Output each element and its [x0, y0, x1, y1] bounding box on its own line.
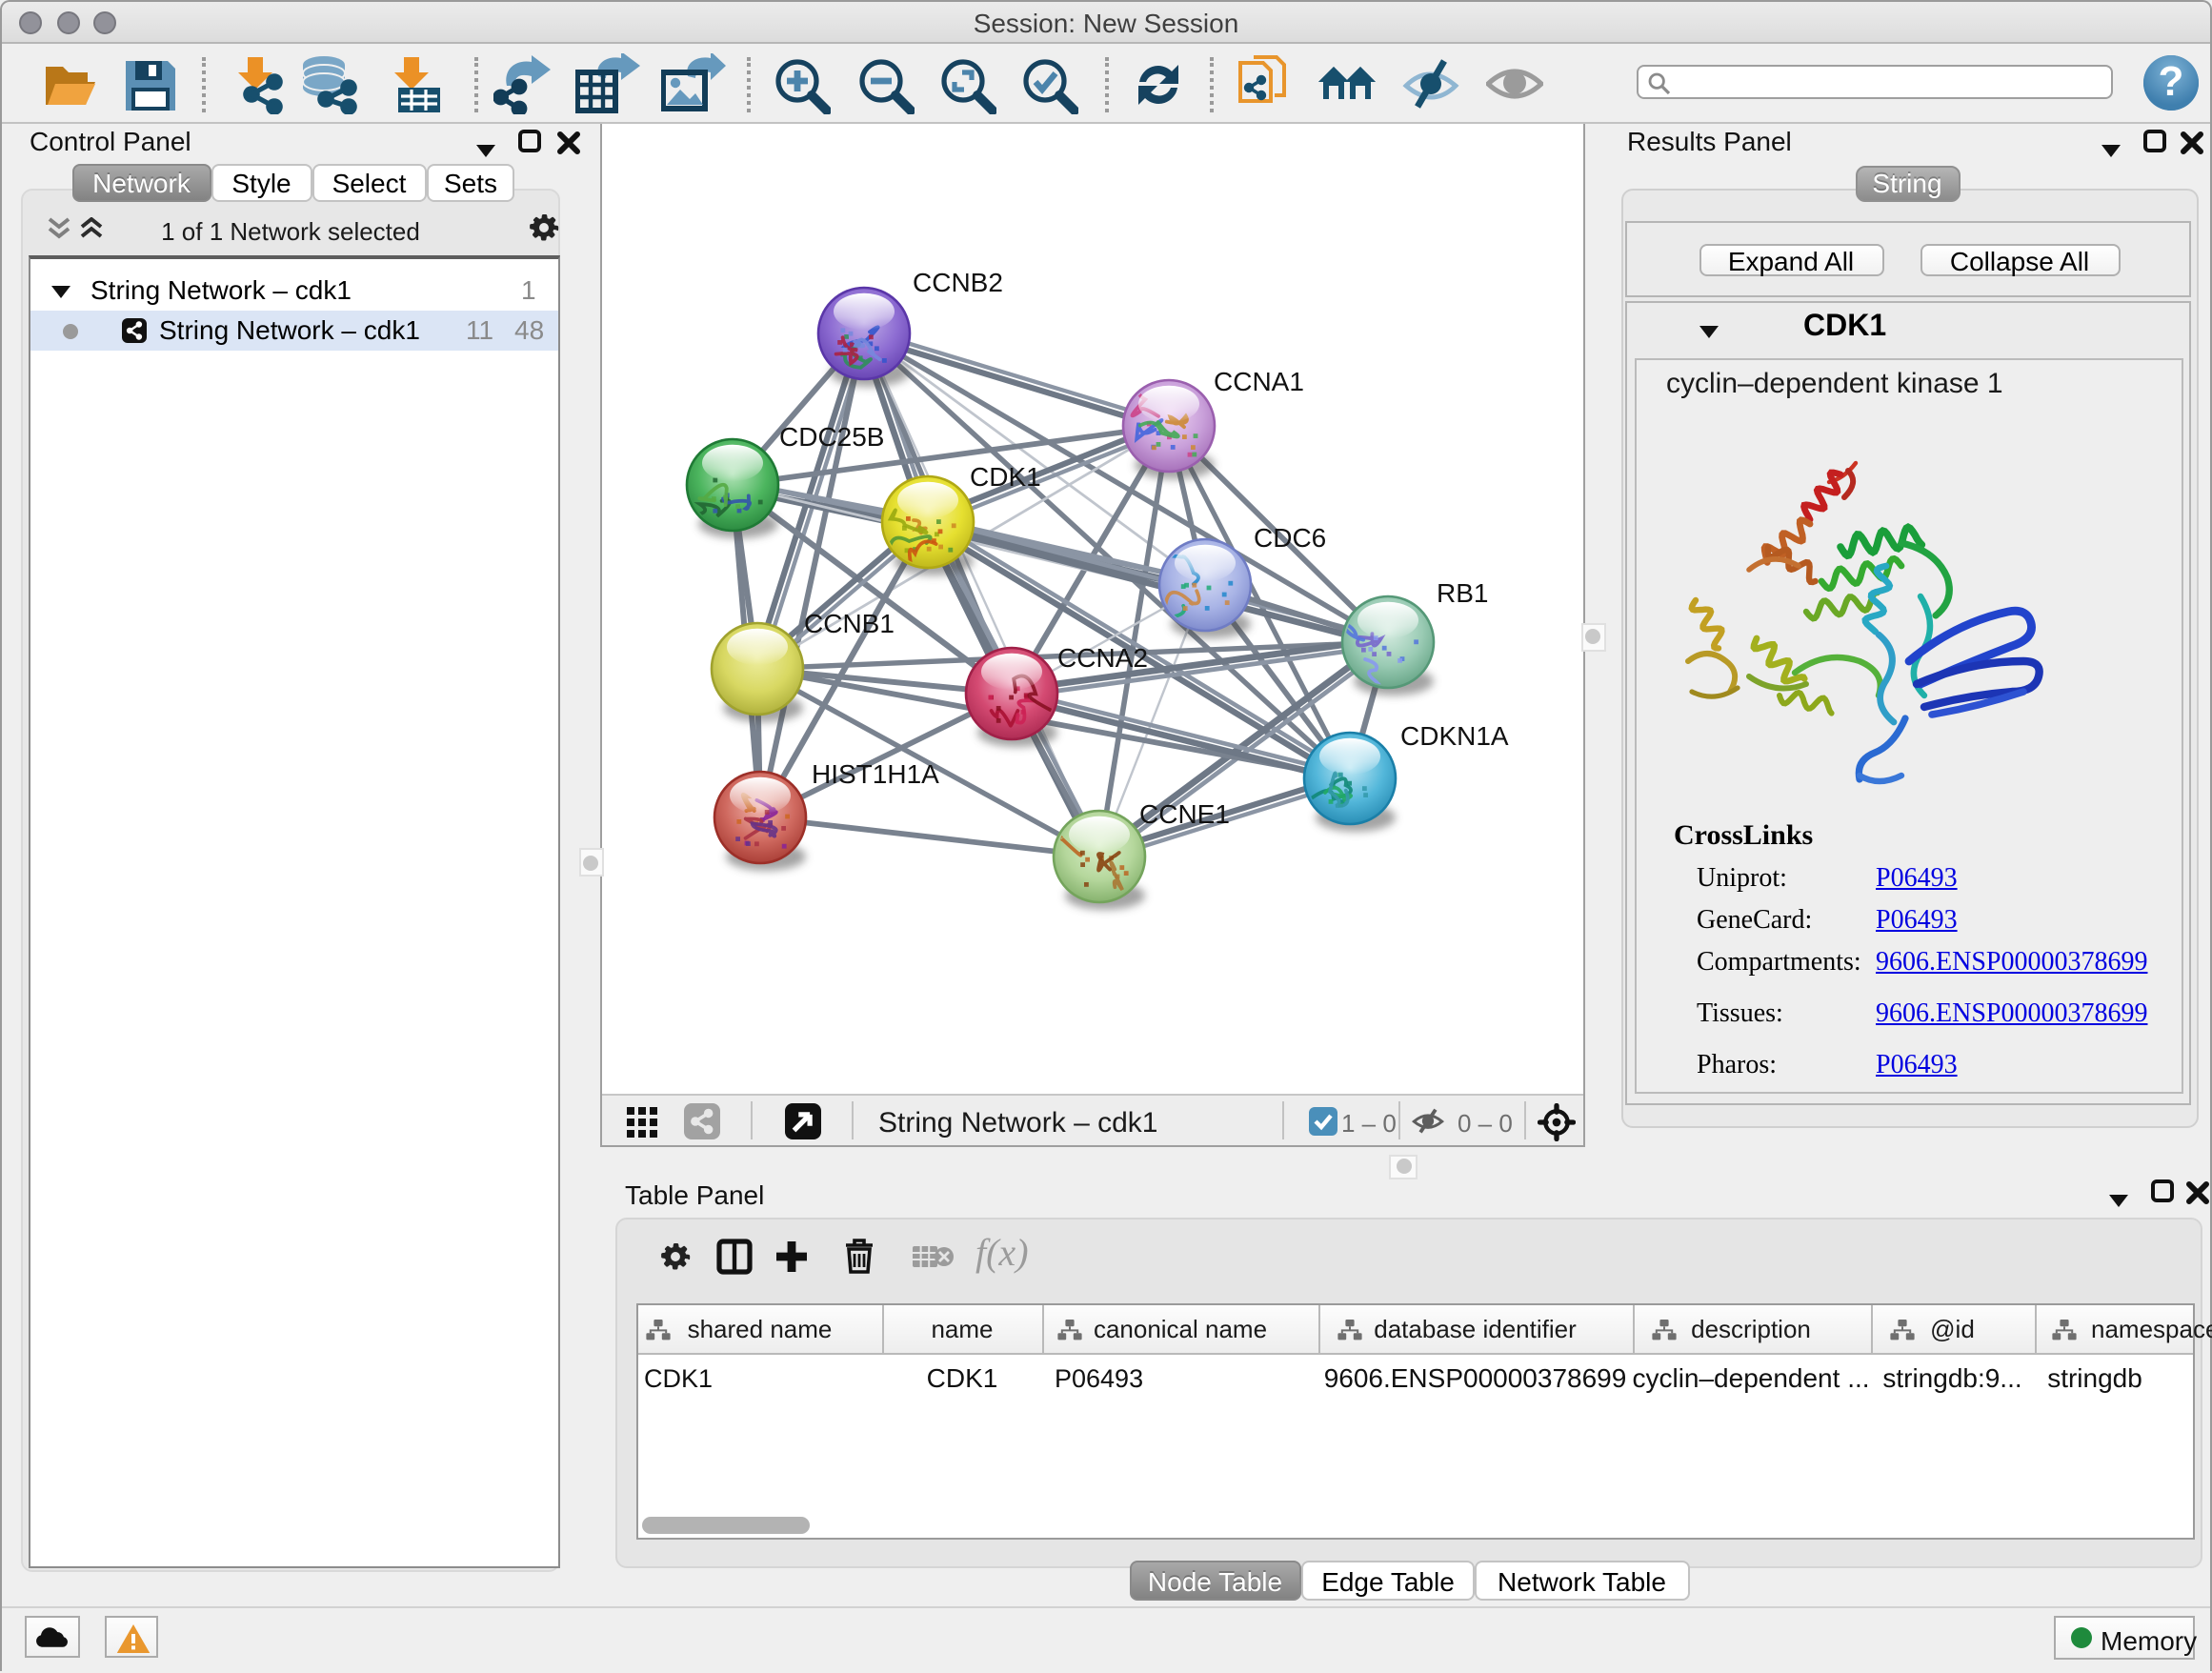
- svg-text:CDC25B: CDC25B: [779, 422, 884, 452]
- svg-text:HIST1H1A: HIST1H1A: [812, 759, 939, 789]
- svg-text:CCNA1: CCNA1: [1214, 367, 1304, 396]
- svg-text:CCNB2: CCNB2: [913, 268, 1003, 297]
- svg-text:CDKN1A: CDKN1A: [1400, 721, 1509, 751]
- svg-text:CDK1: CDK1: [970, 462, 1041, 492]
- svg-text:CCNB1: CCNB1: [804, 609, 895, 638]
- svg-text:CCNE1: CCNE1: [1139, 799, 1230, 829]
- svg-text:RB1: RB1: [1437, 578, 1488, 608]
- svg-text:CDC6: CDC6: [1254, 523, 1326, 553]
- svg-text:CCNA2: CCNA2: [1057, 643, 1148, 673]
